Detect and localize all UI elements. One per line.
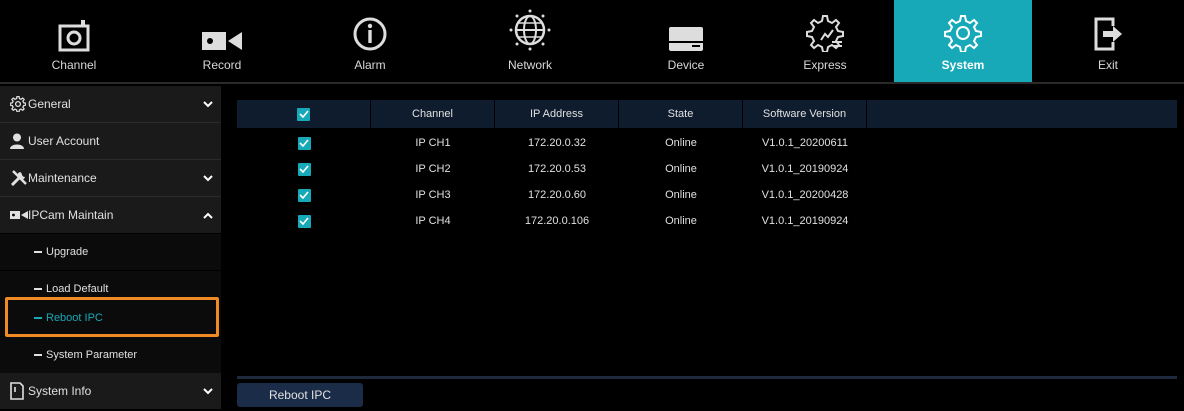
sidebar-item-label: Load Default	[46, 283, 109, 295]
sidebar-item-label: System Parameter	[46, 349, 138, 361]
column-header-ip-address: IP Address	[495, 100, 619, 128]
chevron-down-icon[interactable]	[195, 174, 221, 182]
user-icon	[0, 133, 28, 149]
tab-label: Channel	[51, 58, 97, 72]
cell-state: Online	[665, 215, 697, 227]
table-row[interactable]: IP CH1 172.20.0.32 Online V1.0.1_2020061…	[237, 132, 1177, 154]
sidebar-item-label: IPCam Maintain	[28, 208, 114, 222]
row-checkbox-cell	[237, 132, 371, 154]
info-icon	[0, 382, 28, 400]
sidebar-item-user-account[interactable]: User Account	[0, 123, 221, 159]
sidebar-item-system-info[interactable]: System Info	[0, 373, 221, 409]
select-all-checkbox[interactable]	[297, 107, 310, 121]
cell-channel: IP CH1	[415, 137, 451, 149]
chevron-down-icon[interactable]	[195, 387, 221, 395]
tab-network[interactable]: Network	[444, 0, 616, 84]
column-header-channel: Channel	[371, 100, 495, 128]
tab-divider	[0, 82, 1184, 84]
tab-device[interactable]: Device	[616, 0, 756, 84]
tab-alarm[interactable]: Alarm	[296, 0, 444, 84]
tab-label: Network	[507, 58, 552, 72]
cell-version: V1.0.1_20200428	[761, 189, 849, 201]
dash-icon	[34, 288, 42, 290]
cell-state: Online	[665, 163, 697, 175]
column-header-state: State	[619, 100, 743, 128]
sidebar-item-label: Maintenance	[28, 171, 97, 185]
tab-label: Exit	[1097, 58, 1118, 72]
row-checkbox[interactable]	[297, 162, 311, 176]
sidebar: General User Account Maintenance IPCam M…	[0, 86, 221, 411]
system-icon	[944, 0, 982, 56]
express-icon	[806, 0, 844, 56]
exit-icon	[1093, 0, 1123, 56]
column-header-empty	[867, 100, 1177, 128]
record-icon	[202, 0, 242, 56]
sidebar-item-reboot-ipc[interactable]: Reboot IPC	[0, 300, 221, 336]
sidebar-item-system-parameter[interactable]: System Parameter	[0, 337, 221, 373]
tools-icon	[0, 170, 28, 186]
cell-state: Online	[665, 189, 697, 201]
cell-state: Online	[665, 137, 697, 149]
select-all-cell	[237, 100, 371, 128]
sidebar-item-label: User Account	[28, 134, 100, 148]
cell-ip: 172.20.0.32	[527, 137, 587, 149]
column-header-software-version: Software Version	[743, 100, 867, 128]
reboot-ipc-button[interactable]: Reboot IPC	[237, 383, 363, 407]
tab-label: Alarm	[354, 58, 386, 72]
sidebar-item-label: Upgrade	[46, 246, 89, 258]
table-row[interactable]: IP CH3 172.20.0.60 Online V1.0.1_2020042…	[237, 184, 1177, 206]
network-icon	[508, 0, 552, 56]
cell-channel: IP CH2	[415, 163, 451, 175]
chevron-down-icon[interactable]	[195, 100, 221, 108]
row-checkbox-cell	[237, 210, 371, 232]
chevron-up-icon[interactable]	[195, 212, 221, 219]
tab-label: Express	[803, 58, 847, 72]
tab-label: System	[941, 58, 985, 72]
row-checkbox[interactable]	[297, 136, 311, 150]
row-checkbox[interactable]	[297, 188, 311, 202]
table-row[interactable]: IP CH4 172.20.0.106 Online V1.0.1_201909…	[237, 210, 1177, 232]
main-panel: Channel IP Address State Software Versio…	[226, 86, 1184, 411]
tab-label: Record	[202, 58, 242, 72]
tab-express[interactable]: Express	[756, 0, 894, 84]
channel-icon	[57, 0, 91, 56]
table-header: Channel IP Address State Software Versio…	[237, 100, 1177, 128]
table-row[interactable]: IP CH2 172.20.0.53 Online V1.0.1_2019092…	[237, 158, 1177, 180]
cell-ip: 172.20.0.106	[524, 215, 590, 227]
dash-icon	[34, 354, 42, 356]
row-checkbox-cell	[237, 158, 371, 180]
sidebar-item-label: General	[28, 97, 71, 111]
sidebar-item-upgrade[interactable]: Upgrade	[0, 234, 221, 270]
dash-icon	[34, 317, 42, 319]
table-footer-divider	[237, 376, 1177, 379]
cell-version: V1.0.1_20200611	[761, 137, 849, 149]
row-checkbox[interactable]	[297, 214, 311, 228]
cell-channel: IP CH3	[415, 189, 451, 201]
cell-version: V1.0.1_20190924	[761, 163, 849, 175]
gear-icon	[0, 96, 28, 112]
cell-channel: IP CH4	[415, 215, 451, 227]
sidebar-item-label: Reboot IPC	[46, 312, 103, 324]
tab-record[interactable]: Record	[148, 0, 296, 84]
camera-icon	[0, 210, 28, 220]
cell-ip: 172.20.0.60	[527, 189, 587, 201]
dash-icon	[34, 251, 42, 253]
alarm-icon	[352, 0, 388, 56]
cell-ip: 172.20.0.53	[527, 163, 587, 175]
row-checkbox-cell	[237, 184, 371, 206]
sidebar-item-maintenance[interactable]: Maintenance	[0, 160, 221, 196]
sidebar-item-general[interactable]: General	[0, 86, 221, 122]
tab-exit[interactable]: Exit	[1032, 0, 1184, 84]
sidebar-item-ipcam-maintain[interactable]: IPCam Maintain	[0, 197, 221, 233]
sidebar-item-label: System Info	[28, 384, 92, 398]
device-icon	[668, 0, 704, 56]
tab-system[interactable]: System	[894, 0, 1032, 84]
tab-channel[interactable]: Channel	[0, 0, 148, 84]
tab-label: Device	[667, 58, 705, 72]
cell-version: V1.0.1_20190924	[761, 215, 849, 227]
top-menu: Channel Record Alarm Network Device Expr…	[0, 0, 1184, 84]
